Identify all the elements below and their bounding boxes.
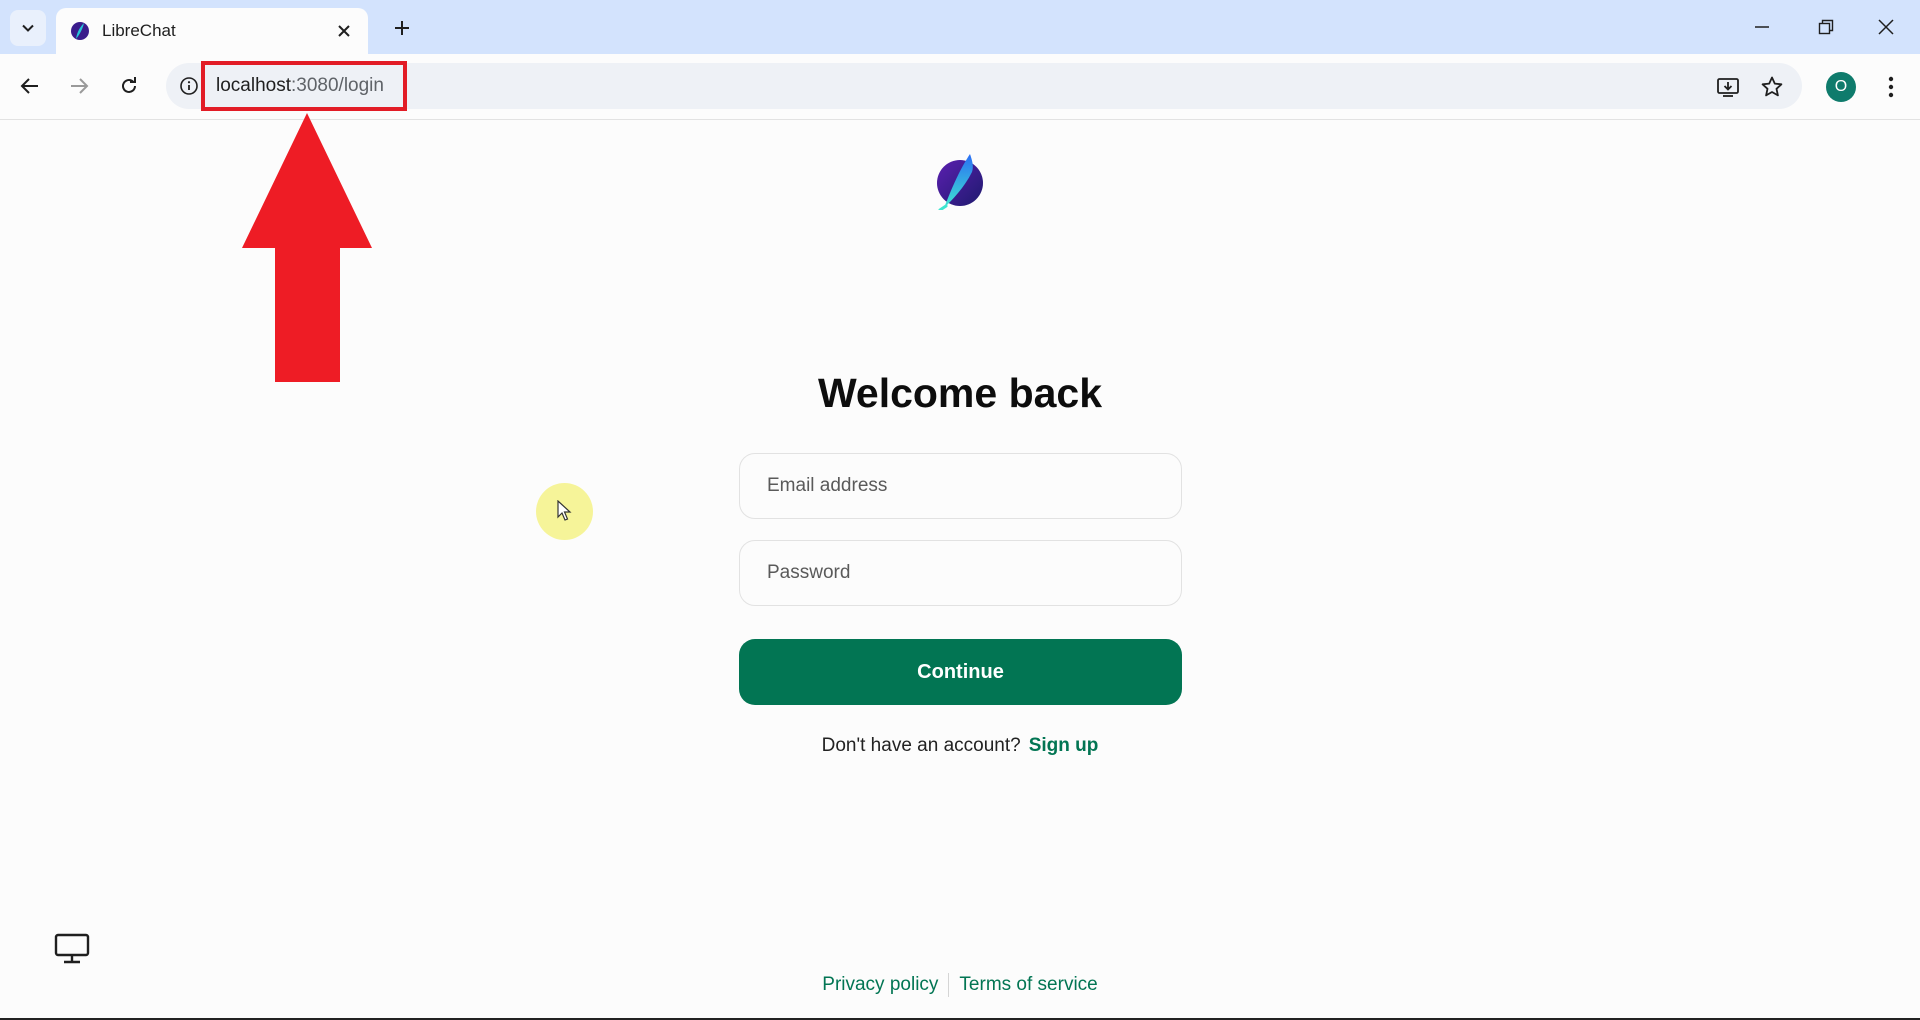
back-button[interactable] [12,68,48,104]
profile-avatar[interactable]: O [1826,72,1856,102]
terms-of-service-link[interactable]: Terms of service [959,974,1097,995]
mouse-cursor-icon [557,500,572,521]
bookmark-button[interactable] [1758,73,1786,101]
privacy-policy-link[interactable]: Privacy policy [822,974,938,995]
close-tab-button[interactable] [332,19,356,43]
red-arrow-annotation [242,113,372,382]
librechat-favicon-icon [71,22,89,40]
page-title: Welcome back [817,370,1103,416]
signup-row: Don't have an account? Sign up [0,735,1920,757]
info-icon [180,77,198,95]
address-bar[interactable]: localhost:3080/login [166,63,1802,109]
restore-icon [1818,19,1834,35]
reload-button[interactable] [111,68,147,104]
forward-button[interactable] [61,68,97,104]
footer-divider [948,973,950,997]
kebab-menu-icon [1888,76,1894,98]
forward-icon [71,78,89,94]
install-app-icon [1717,78,1739,97]
close-window-button[interactable] [1858,6,1914,48]
email-field[interactable] [739,453,1182,519]
restore-button[interactable] [1798,6,1854,48]
password-field[interactable] [739,540,1182,606]
url-highlight-box [201,61,407,111]
reload-icon [122,77,136,93]
tab-title: LibreChat [102,21,176,40]
footer-links: Privacy policy Terms of service [0,973,1920,997]
tab-strip: LibreChat [0,0,1920,54]
monitor-icon[interactable] [54,933,90,965]
signup-link[interactable]: Sign up [1029,735,1099,756]
signup-prompt: Don't have an account? [821,735,1021,756]
minimize-button[interactable] [1734,6,1790,48]
install-app-button[interactable] [1714,73,1742,101]
continue-button[interactable]: Continue [739,639,1182,705]
close-icon [338,25,350,37]
tab-search-button[interactable] [10,10,46,46]
browser-tab[interactable]: LibreChat [56,8,368,54]
new-tab-button[interactable] [386,12,418,44]
site-info-button[interactable] [176,73,202,99]
chevron-down-icon [22,24,34,32]
close-icon [1878,19,1894,35]
back-icon [20,78,38,94]
librechat-logo [937,154,983,210]
minimize-icon [1755,26,1769,28]
plus-icon [395,21,409,35]
star-icon [1761,76,1783,97]
browser-menu-button[interactable] [1876,70,1906,104]
